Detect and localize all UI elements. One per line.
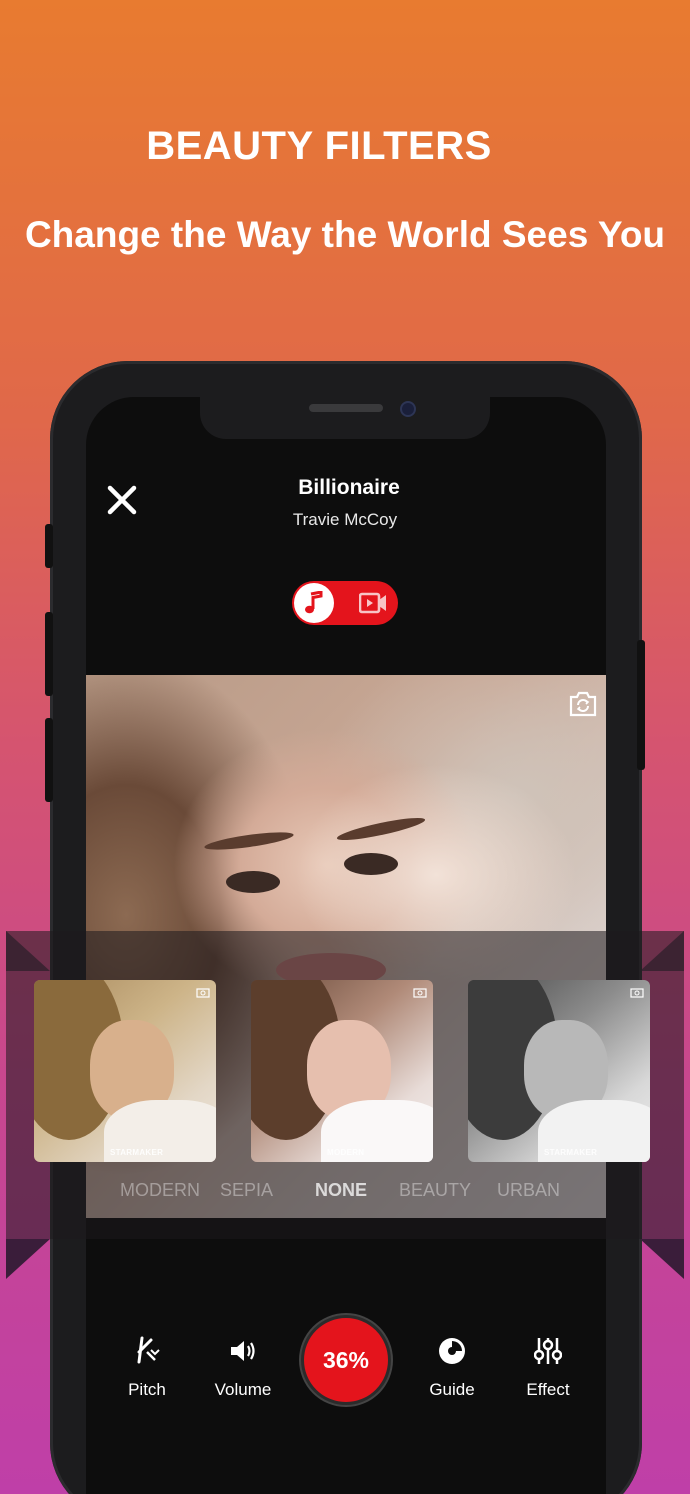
guide-label: Guide <box>429 1380 475 1399</box>
phone-volume-down-button <box>45 718 53 802</box>
camera-icon <box>413 988 427 998</box>
filter-thumbnail[interactable]: STARMAKER <box>468 980 650 1162</box>
filter-label-urban[interactable]: URBAN <box>497 1180 560 1201</box>
filter-thumbnail[interactable]: STARMAKER <box>34 980 216 1162</box>
guide-icon <box>439 1338 465 1364</box>
camera-icon <box>196 988 210 998</box>
thumb-watermark: STARMAKER <box>544 1148 598 1157</box>
song-title: Billionaire <box>298 476 400 499</box>
filter-thumbnail[interactable]: MODERN <box>251 980 433 1162</box>
speaker-icon <box>231 1341 255 1361</box>
phone-side-button <box>45 524 53 568</box>
effect-label: Effect <box>526 1380 570 1399</box>
filter-label-modern[interactable]: MODERN <box>120 1180 200 1201</box>
record-button[interactable]: 36% <box>301 1315 391 1405</box>
promo-headline: BEAUTY FILTERS <box>146 124 492 168</box>
preview-face-brow <box>335 813 427 845</box>
band-corner <box>640 1239 684 1279</box>
pitch-icon <box>137 1336 160 1364</box>
equalizer-icon <box>534 1338 562 1364</box>
song-artist: Travie McCoy <box>292 510 398 529</box>
video-camera-icon[interactable] <box>358 592 387 614</box>
pitch-control[interactable]: Pitch <box>102 1336 192 1400</box>
phone-speaker <box>309 404 383 412</box>
record-progress: 36% <box>322 1346 370 1373</box>
close-icon[interactable] <box>106 484 138 516</box>
phone-volume-up-button <box>45 612 53 696</box>
flip-camera-icon[interactable] <box>568 690 598 718</box>
filter-label-none[interactable]: NONE <box>315 1180 367 1201</box>
audio-video-toggle[interactable] <box>292 581 398 625</box>
promo-subheadline: Change the Way the World Sees You <box>24 214 666 255</box>
filter-label-sepia[interactable]: SEPIA <box>220 1180 273 1201</box>
preview-face-brow <box>203 828 295 854</box>
thumb-watermark: STARMAKER <box>110 1148 164 1157</box>
filter-label-beauty[interactable]: BEAUTY <box>399 1180 471 1201</box>
volume-label: Volume <box>214 1380 272 1399</box>
camera-icon <box>630 988 644 998</box>
volume-control[interactable]: Volume <box>198 1336 288 1400</box>
band-corner <box>6 931 50 971</box>
thumb-watermark: MODERN <box>327 1148 365 1157</box>
pitch-label: Pitch <box>128 1380 166 1399</box>
front-camera <box>400 401 416 417</box>
band-corner <box>6 1239 50 1279</box>
music-note-icon[interactable] <box>294 583 334 623</box>
guide-control[interactable]: Guide <box>407 1336 497 1400</box>
effect-control[interactable]: Effect <box>503 1336 593 1400</box>
preview-face-eye <box>344 853 398 875</box>
preview-face-eye <box>226 871 280 893</box>
band-corner <box>640 931 684 971</box>
phone-power-button <box>637 640 645 770</box>
